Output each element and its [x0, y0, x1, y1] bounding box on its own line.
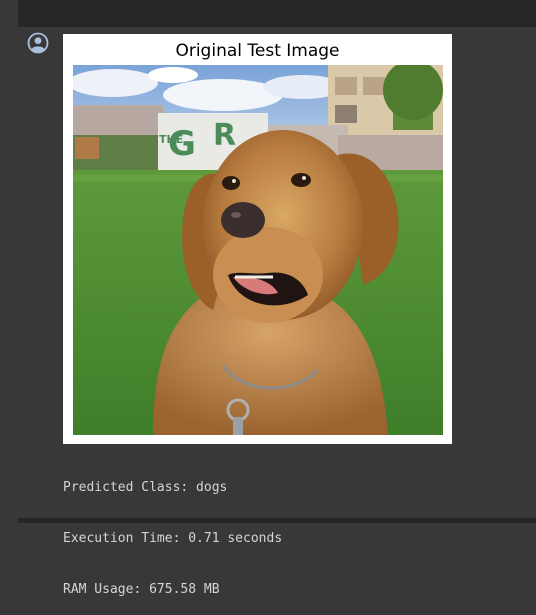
figure-output: Original Test Image G R THE	[63, 34, 452, 444]
execution-time-line: Execution Time: 0.71 seconds	[63, 531, 283, 546]
user-circle-icon	[27, 32, 49, 54]
cell-output-text: Predicted Class: dogs Execution Time: 0.…	[63, 445, 282, 615]
top-toolbar	[18, 0, 536, 27]
figure-title: Original Test Image	[175, 41, 340, 61]
test-image: G R THE	[73, 65, 443, 435]
predicted-class-line: Predicted Class: dogs	[63, 480, 228, 495]
ram-usage-line: RAM Usage: 675.58 MB	[63, 582, 220, 597]
svg-text:R: R	[213, 118, 236, 153]
bottom-toolbar	[18, 518, 536, 523]
svg-text:THE: THE	[159, 133, 183, 146]
